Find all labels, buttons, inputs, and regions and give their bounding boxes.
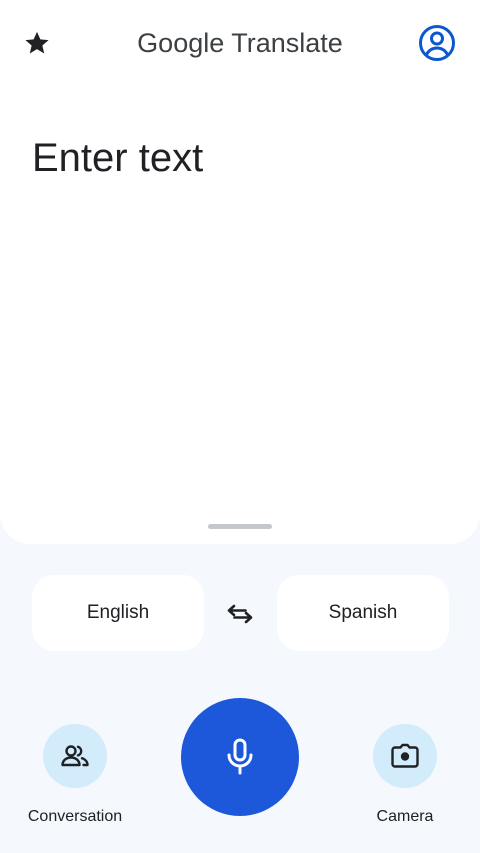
voice-input-button[interactable] bbox=[181, 698, 299, 816]
input-sheet: Google Translate bbox=[0, 0, 480, 544]
app-title: Google Translate bbox=[0, 26, 480, 60]
app-bar: Google Translate bbox=[0, 0, 480, 86]
app-title-product: Translate bbox=[231, 28, 343, 58]
conversation-label: Conversation bbox=[27, 808, 123, 825]
camera-label: Camera bbox=[376, 808, 434, 825]
swap-arrows-icon bbox=[227, 604, 253, 624]
source-language-button[interactable]: English bbox=[32, 575, 204, 651]
target-language-button[interactable]: Spanish bbox=[277, 575, 449, 651]
source-language-label: English bbox=[86, 602, 150, 623]
conversation-button[interactable]: Conversation bbox=[15, 724, 135, 836]
app-title-brand: Google bbox=[137, 28, 225, 58]
account-circle-icon bbox=[419, 25, 455, 61]
camera-button[interactable]: Camera bbox=[345, 724, 465, 836]
conversation-icon-bubble bbox=[43, 724, 107, 788]
account-button[interactable] bbox=[416, 22, 458, 64]
sheet-drag-handle[interactable] bbox=[208, 524, 272, 529]
source-text-input[interactable] bbox=[32, 130, 452, 490]
camera-icon-bubble bbox=[373, 724, 437, 788]
people-icon bbox=[61, 745, 89, 767]
target-language-label: Spanish bbox=[328, 602, 398, 623]
camera-icon bbox=[391, 743, 419, 768]
swap-languages-button[interactable] bbox=[220, 594, 260, 634]
microphone-icon bbox=[227, 738, 253, 775]
